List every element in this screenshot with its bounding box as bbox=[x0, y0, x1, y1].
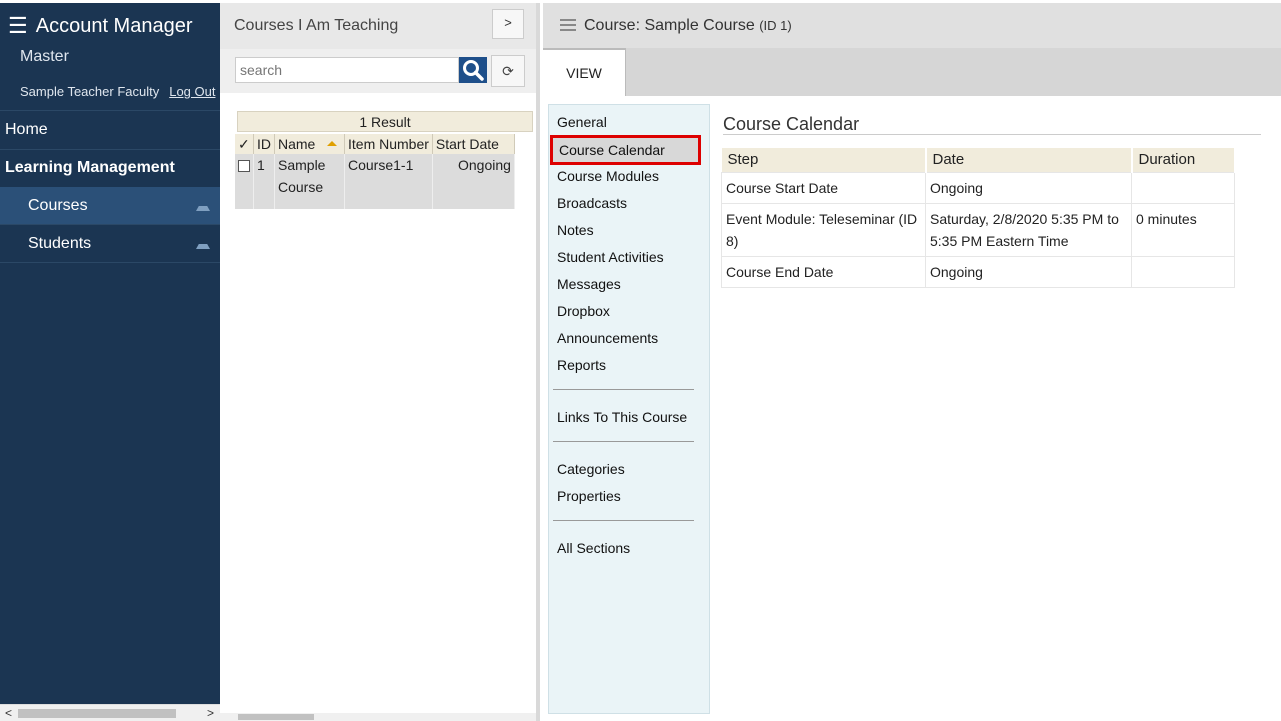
row-start-date: Ongoing bbox=[432, 154, 515, 209]
left-navigation: ☰ Account Manager Master Sample Teacher … bbox=[0, 3, 220, 721]
column-header-select[interactable]: ✓ bbox=[235, 134, 254, 154]
nav-item-students[interactable]: Students bbox=[0, 225, 220, 263]
course-title: Course: Sample Course bbox=[584, 17, 755, 34]
detail-header: Course: Sample Course (ID 1) bbox=[543, 3, 1281, 48]
calendar-row: Event Module: Teleseminar (ID 8) Saturda… bbox=[721, 202, 1235, 257]
menu-item-links-to-this-course[interactable]: Links To This Course bbox=[557, 409, 687, 425]
table-header-row: ✓ ID Name Item Number Start Date bbox=[235, 134, 515, 154]
calendar-step: Course End Date bbox=[721, 255, 926, 288]
menu-item-announcements[interactable]: Announcements bbox=[557, 330, 658, 346]
row-checkbox[interactable] bbox=[238, 160, 250, 172]
column-header-id[interactable]: ID bbox=[253, 134, 275, 154]
scroll-left-icon[interactable]: < bbox=[5, 706, 12, 720]
course-detail-panel: Course: Sample Course (ID 1) VIEW Genera… bbox=[543, 3, 1281, 721]
calendar-duration bbox=[1131, 255, 1235, 288]
column-header-duration: Duration bbox=[1131, 148, 1236, 172]
search-input[interactable] bbox=[235, 57, 459, 83]
calendar-table: Step Date Duration Course Start Date Ong… bbox=[721, 148, 1236, 288]
course-id: (ID 1) bbox=[759, 18, 792, 33]
calendar-duration bbox=[1131, 171, 1235, 204]
calendar-row: Course Start Date Ongoing bbox=[721, 171, 1235, 204]
menu-item-general[interactable]: General bbox=[557, 114, 607, 130]
expand-button[interactable]: > bbox=[492, 9, 524, 39]
search-button[interactable] bbox=[459, 57, 487, 83]
search-icon bbox=[463, 60, 484, 81]
column-header-start-date[interactable]: Start Date bbox=[432, 134, 515, 154]
course-table: ✓ ID Name Item Number Start Date 1 Sampl… bbox=[235, 134, 515, 209]
scrollbar-thumb[interactable] bbox=[18, 709, 176, 718]
column-header-date: Date bbox=[925, 148, 1133, 172]
menu-item-course-modules[interactable]: Course Modules bbox=[557, 168, 659, 184]
nav-horizontal-scrollbar[interactable]: < > bbox=[0, 704, 220, 721]
account-name: Master bbox=[20, 48, 69, 65]
calendar-row: Course End Date Ongoing bbox=[721, 255, 1235, 288]
nav-item-courses[interactable]: Courses bbox=[0, 187, 220, 225]
search-row: ⟳ bbox=[220, 49, 536, 93]
table-row[interactable]: 1 Sample Course Course1-1 Ongoing bbox=[235, 154, 515, 209]
calendar-step: Event Module: Teleseminar (ID 8) bbox=[721, 202, 926, 257]
menu-divider bbox=[553, 520, 694, 521]
menu-lines-icon[interactable] bbox=[560, 19, 576, 31]
menu-item-reports[interactable]: Reports bbox=[557, 357, 606, 373]
menu-item-dropbox[interactable]: Dropbox bbox=[557, 303, 610, 319]
logout-link[interactable]: Log Out bbox=[169, 84, 215, 99]
calendar-date: Saturday, 2/8/2020 5:35 PM to 5:35 PM Ea… bbox=[925, 202, 1132, 257]
tab-view[interactable]: VIEW bbox=[543, 48, 626, 96]
calendar-duration: 0 minutes bbox=[1131, 202, 1235, 257]
heading-divider bbox=[723, 134, 1261, 135]
tab-bar: VIEW bbox=[543, 48, 1281, 96]
calendar-header-row: Step Date Duration bbox=[721, 148, 1236, 172]
app-header: ☰ Account Manager bbox=[8, 11, 193, 41]
list-horizontal-scrollbar[interactable] bbox=[220, 713, 536, 721]
user-name: Sample Teacher Faculty bbox=[20, 84, 160, 99]
row-select-cell bbox=[235, 154, 254, 209]
collapse-icon[interactable] bbox=[196, 244, 210, 249]
list-title: Courses I Am Teaching bbox=[234, 17, 399, 34]
column-header-name[interactable]: Name bbox=[274, 134, 345, 154]
scrollbar-thumb[interactable] bbox=[238, 714, 314, 720]
nav-item-label: Courses bbox=[28, 197, 88, 214]
menu-divider bbox=[553, 389, 694, 390]
calendar-date: Ongoing bbox=[925, 171, 1132, 204]
hamburger-menu-icon[interactable]: ☰ bbox=[8, 15, 28, 37]
row-name-line: Sample bbox=[278, 157, 326, 173]
list-header: Courses I Am Teaching > bbox=[220, 3, 536, 49]
menu-item-notes[interactable]: Notes bbox=[557, 222, 594, 238]
row-item-number: Course1-1 bbox=[344, 154, 433, 209]
nav-section-learning-management[interactable]: Learning Management bbox=[0, 150, 220, 188]
detail-title: Course: Sample Course (ID 1) bbox=[584, 17, 792, 35]
menu-item-categories[interactable]: Categories bbox=[557, 461, 625, 477]
menu-item-properties[interactable]: Properties bbox=[557, 488, 621, 504]
scroll-right-icon[interactable]: > bbox=[207, 706, 214, 720]
refresh-button[interactable]: ⟳ bbox=[491, 55, 525, 87]
nav-home[interactable]: Home bbox=[0, 110, 220, 150]
menu-item-messages[interactable]: Messages bbox=[557, 276, 621, 292]
menu-item-student-activities[interactable]: Student Activities bbox=[557, 249, 664, 265]
calendar-heading: Course Calendar bbox=[723, 114, 860, 134]
result-count: 1 Result bbox=[237, 111, 533, 132]
column-header-step: Step bbox=[721, 148, 927, 172]
course-list-panel: Courses I Am Teaching > ⟳ 1 Result ✓ ID … bbox=[220, 3, 540, 721]
user-row: Sample Teacher Faculty Log Out bbox=[20, 84, 215, 99]
row-name-line: Course bbox=[278, 179, 324, 195]
menu-item-broadcasts[interactable]: Broadcasts bbox=[557, 195, 627, 211]
app-title: Account Manager bbox=[35, 14, 193, 37]
row-id: 1 bbox=[253, 154, 275, 209]
nav-item-label: Students bbox=[28, 235, 92, 252]
calendar-date: Ongoing bbox=[925, 255, 1132, 288]
column-header-item-number[interactable]: Item Number bbox=[344, 134, 433, 154]
refresh-icon: ⟳ bbox=[502, 63, 514, 79]
collapse-icon[interactable] bbox=[196, 206, 210, 211]
menu-item-all-sections[interactable]: All Sections bbox=[557, 540, 630, 556]
menu-item-course-calendar[interactable]: Course Calendar bbox=[550, 135, 701, 165]
section-menu: General Course Calendar Course Modules B… bbox=[548, 104, 710, 714]
sort-ascending-icon bbox=[327, 141, 338, 146]
column-header-label: Name bbox=[278, 136, 316, 152]
menu-divider bbox=[553, 441, 694, 442]
calendar-step: Course Start Date bbox=[721, 171, 926, 204]
row-name: Sample Course bbox=[274, 154, 345, 209]
